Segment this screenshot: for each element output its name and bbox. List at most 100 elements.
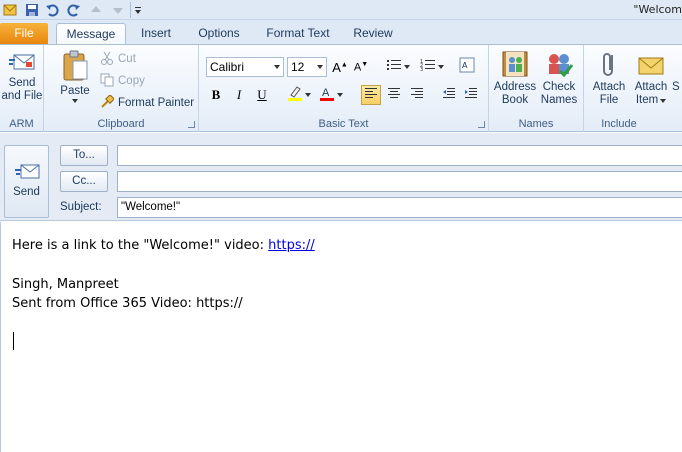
format-painter-button[interactable]: Format Painter <box>100 93 194 113</box>
paperclip-icon <box>594 49 624 79</box>
tab-options[interactable]: Options <box>190 23 248 44</box>
styles-icon: A <box>459 57 475 77</box>
signature-sent-line: Sent from Office 365 Video: https:// <box>12 296 243 311</box>
copy-label: Copy <box>118 75 145 87</box>
font-size-combo[interactable]: 12 <box>287 57 327 77</box>
address-book-button[interactable]: Address Book <box>493 49 537 107</box>
title-bar: "Welcom <box>0 0 682 20</box>
scissors-icon <box>100 51 118 68</box>
group-label-basic-text: Basic Text <box>318 118 369 130</box>
subject-field[interactable]: "Welcome!" <box>117 197 682 218</box>
grow-font-icon: A▲ <box>332 59 348 75</box>
copy-icon <box>100 73 118 90</box>
send-button[interactable]: Send <box>4 145 49 218</box>
arrow-up-icon[interactable] <box>88 2 104 18</box>
svg-text:A: A <box>462 61 468 70</box>
cut-label: Cut <box>118 53 136 65</box>
tab-review[interactable]: Review <box>346 23 400 44</box>
align-left-button[interactable] <box>361 85 381 105</box>
font-name-value: Calibri <box>210 60 245 74</box>
group-basic-text: Calibri 12 A▲ A▼ 123 A B I U A Basic Tex… <box>199 45 489 132</box>
address-book-icon <box>500 49 530 79</box>
group-arm: Send and File ARM <box>0 45 44 132</box>
increase-indent-icon <box>464 87 478 103</box>
font-size-value: 12 <box>291 60 305 74</box>
chevron-down-icon <box>337 93 343 97</box>
tab-file[interactable]: File <box>0 23 48 44</box>
to-button[interactable]: To... <box>60 145 108 166</box>
check-names-button[interactable]: Check Names <box>537 49 581 107</box>
check-names-label-line1: Check <box>542 81 576 93</box>
bullets-button[interactable] <box>383 57 413 77</box>
group-names: Address Book Check Names Names <box>489 45 584 132</box>
paste-icon <box>60 49 90 83</box>
outlook-icon[interactable] <box>2 2 18 18</box>
message-body[interactable]: Here is a link to the "Welcome!" video: … <box>0 222 682 452</box>
basic-text-launcher-icon[interactable] <box>478 121 485 128</box>
grow-font-button[interactable]: A▲ <box>330 57 350 77</box>
decrease-indent-button[interactable] <box>439 85 459 105</box>
copy-button[interactable]: Copy <box>100 71 145 91</box>
chevron-down-icon <box>438 65 444 69</box>
chevron-down-icon <box>317 65 323 69</box>
group-include: Attach File Attach Item S Include <box>584 45 682 132</box>
chevron-down-icon <box>274 65 280 69</box>
arrow-down-icon[interactable] <box>110 2 126 18</box>
cc-button[interactable]: Cc... <box>60 171 108 192</box>
group-clipboard: Paste Cut Copy Format Painter Clipboard <box>44 45 199 132</box>
signature-icon <box>674 49 682 79</box>
group-label-names: Names <box>518 118 554 130</box>
signature-button[interactable]: S <box>672 49 682 94</box>
align-center-button[interactable] <box>384 85 404 105</box>
window-title: "Welcom <box>633 3 682 16</box>
paste-dropdown-icon <box>72 99 78 103</box>
undo-icon[interactable] <box>44 2 60 18</box>
clipboard-launcher-icon[interactable] <box>188 121 195 128</box>
tab-insert[interactable]: Insert <box>132 23 180 44</box>
customize-icon[interactable] <box>130 2 144 18</box>
tab-format-text[interactable]: Format Text <box>258 23 338 44</box>
shrink-font-icon: A▼ <box>353 60 369 74</box>
font-color-button[interactable]: A <box>317 85 345 105</box>
font-name-combo[interactable]: Calibri <box>206 57 284 77</box>
underline-button[interactable]: U <box>252 85 272 105</box>
numbering-button[interactable]: 123 <box>417 57 447 77</box>
message-header: Send To... Cc... Subject: "Welcome!" <box>0 133 682 221</box>
attach-item-button[interactable]: Attach Item <box>630 49 672 107</box>
redo-icon[interactable] <box>66 2 82 18</box>
to-field[interactable] <box>117 145 682 166</box>
styles-button[interactable]: A <box>457 57 477 77</box>
chevron-down-icon <box>660 99 667 103</box>
ribbon: Send and File ARM Paste Cut Copy Format … <box>0 44 682 132</box>
group-label-include: Include <box>601 118 637 130</box>
paste-button[interactable]: Paste <box>52 49 98 103</box>
attach-file-label-line2: File <box>599 94 619 106</box>
attach-item-label-line1: Attach <box>634 81 668 93</box>
save-icon[interactable] <box>24 2 40 18</box>
group-label-clipboard: Clipboard <box>97 118 145 130</box>
attach-file-button[interactable]: Attach File <box>588 49 630 107</box>
send-and-file-label-line1: Send <box>8 77 36 89</box>
address-book-label-line1: Address <box>493 81 537 93</box>
tab-message[interactable]: Message <box>56 23 126 44</box>
italic-button[interactable]: I <box>229 85 249 105</box>
send-and-file-button[interactable]: Send and File <box>0 49 44 103</box>
group-label-arm: ARM <box>9 118 34 130</box>
ribbon-tabs: File Message Insert Options Format Text … <box>0 20 682 44</box>
align-right-icon <box>410 87 424 103</box>
signature-name: Singh, Manpreet <box>12 277 119 292</box>
cut-button[interactable]: Cut <box>100 49 136 69</box>
video-link[interactable]: https:// <box>268 238 315 253</box>
increase-indent-button[interactable] <box>461 85 481 105</box>
shrink-font-button[interactable]: A▼ <box>351 57 371 77</box>
highlight-button[interactable] <box>285 85 313 105</box>
cc-field[interactable] <box>117 171 682 192</box>
align-right-button[interactable] <box>407 85 427 105</box>
address-book-label-line2: Book <box>501 94 529 106</box>
envelope-icon <box>636 49 666 79</box>
attach-file-label-line1: Attach <box>592 81 626 93</box>
svg-text:3: 3 <box>420 67 423 72</box>
bullet-list-icon <box>386 58 402 76</box>
bold-button[interactable]: B <box>206 85 226 105</box>
send-and-file-icon <box>8 49 36 75</box>
